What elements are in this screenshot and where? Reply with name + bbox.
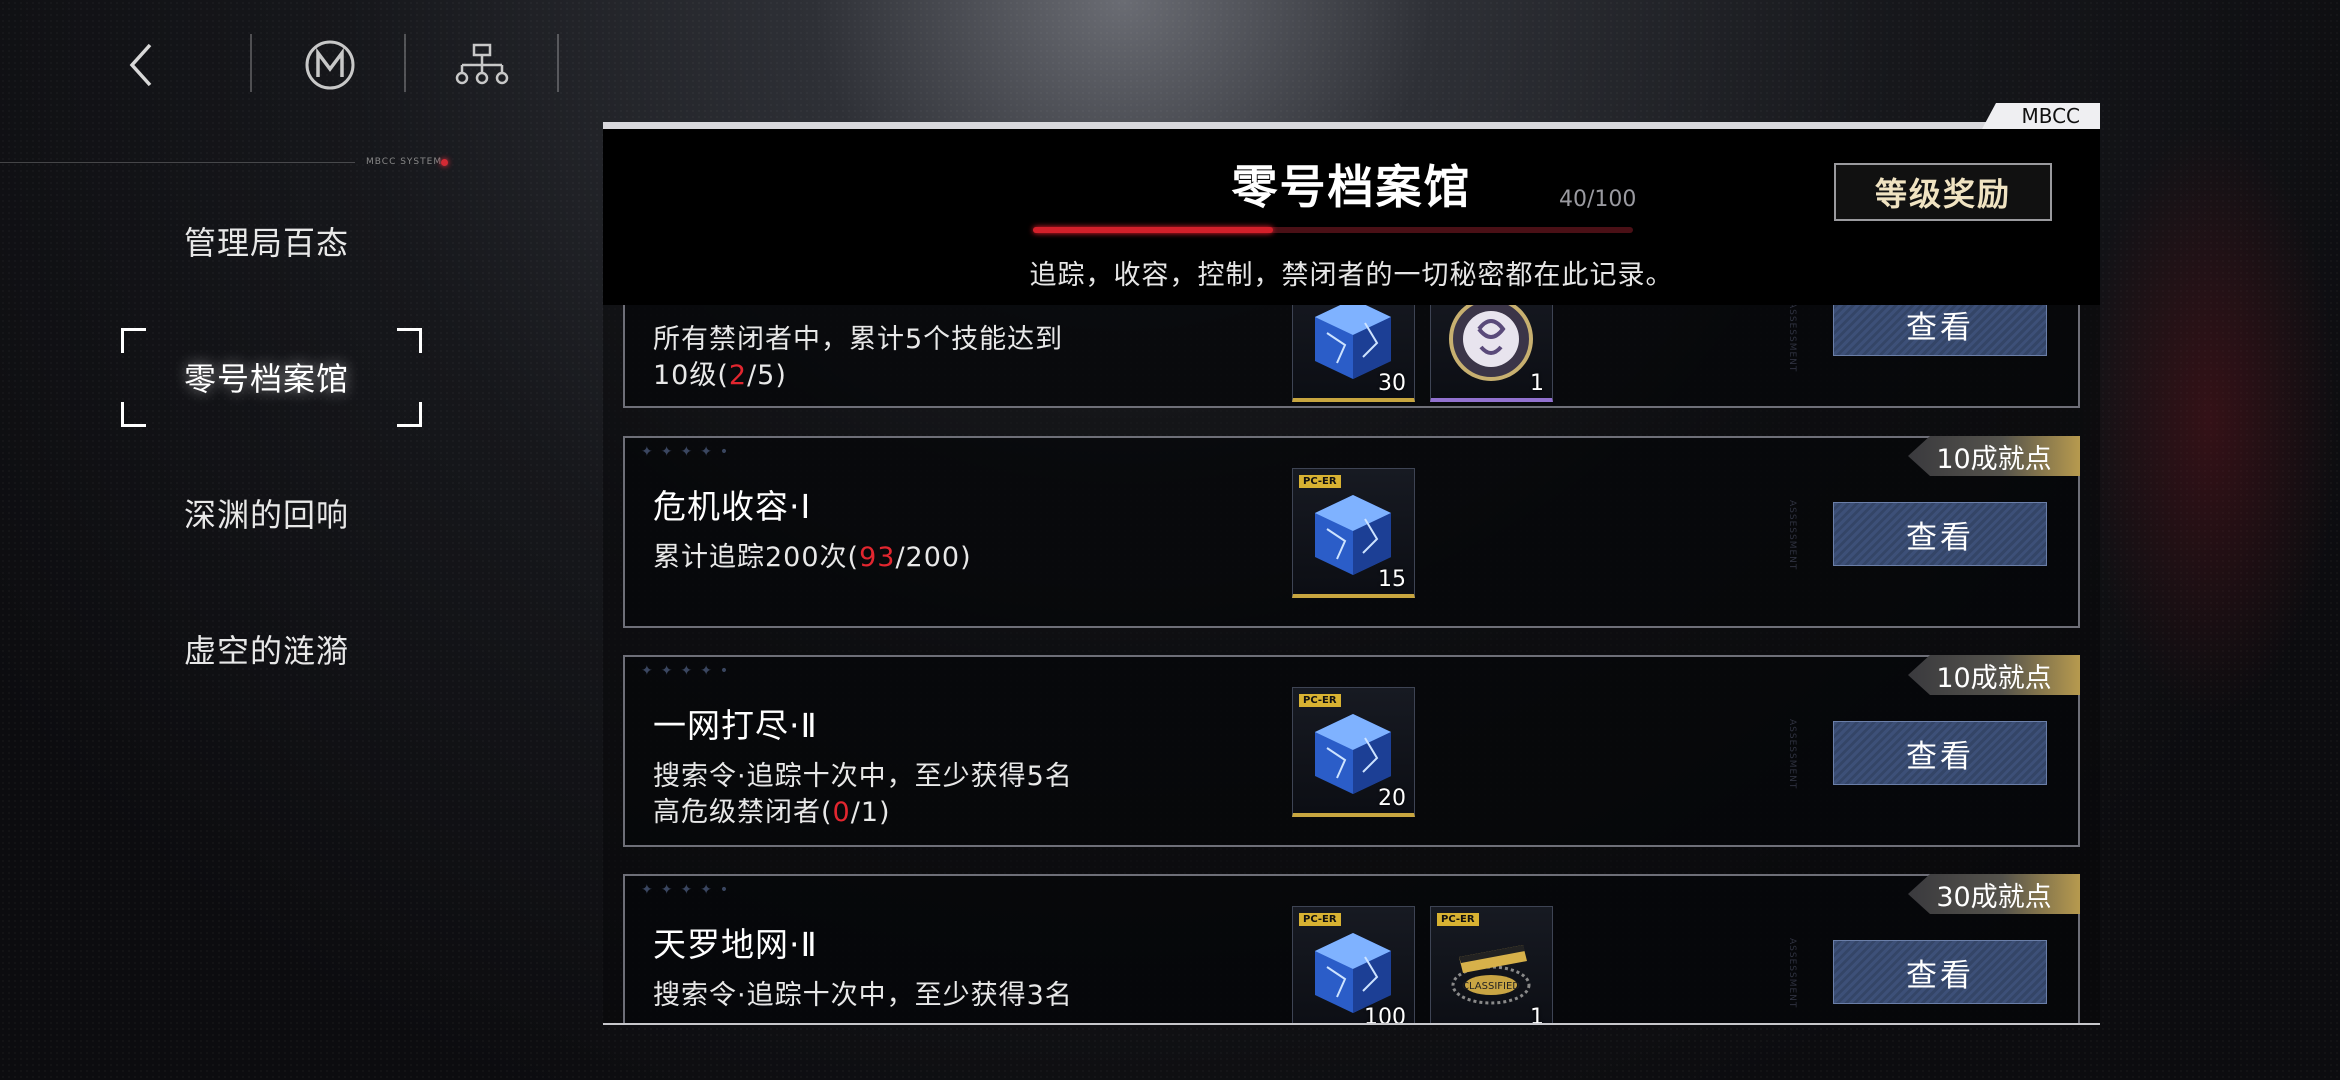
page-subtitle: 追踪，收容，控制，禁闭者的一切秘密都在此记录。	[1029, 260, 1674, 291]
points-badge: 30成就点	[1908, 874, 2080, 914]
item-quantity: 100	[1364, 1005, 1406, 1025]
hierarchy-icon	[455, 43, 509, 85]
reward-item[interactable]: PC-ER 100	[1292, 906, 1415, 1025]
item-tag: PC-ER	[1437, 913, 1479, 926]
selection-bracket	[121, 402, 146, 427]
reward-item[interactable]: PC-ER CLASSIFIED 1	[1430, 906, 1553, 1025]
item-tag: PC-ER	[1299, 913, 1341, 926]
progress-current: 93	[859, 542, 896, 573]
progress-fill	[1033, 227, 1273, 233]
view-button[interactable]: 查看	[1833, 940, 2047, 1004]
panel-bottom-border	[603, 1023, 2100, 1025]
menu-divider	[0, 162, 355, 163]
assessment-label: ASSESSMENT	[1787, 302, 1797, 373]
chevron-left-icon	[129, 43, 152, 87]
desc-line: 高危级禁闭者(	[653, 797, 833, 828]
assessment-label: ASSESSMENT	[1787, 719, 1797, 790]
item-quantity: 1	[1530, 1005, 1544, 1025]
view-button[interactable]: 查看	[1833, 721, 2047, 785]
card-description: 搜索令·追踪十次中，至少获得5名 高危级禁闭者(0/1)	[653, 759, 1073, 831]
classified-badge-icon: CLASSIFIED	[1451, 945, 1531, 1005]
reward-item[interactable]: PC-ER 15	[1292, 468, 1415, 598]
nav-divider	[557, 34, 559, 92]
top-nav	[0, 0, 620, 130]
back-button[interactable]	[96, 30, 186, 100]
card-title: 天罗地网·Ⅱ	[653, 925, 818, 964]
menu-item-abyss-echo[interactable]: 深渊的回响	[184, 490, 349, 536]
card-title: 危机收容·Ⅰ	[653, 487, 812, 526]
selection-bracket	[397, 328, 422, 353]
classified-text: CLASSIFIED	[1462, 981, 1520, 992]
progress-text: 40/100	[1559, 187, 1637, 212]
menu-item-management[interactable]: 管理局百态	[184, 218, 349, 264]
card-stars: ✦✦✦✦•	[641, 882, 737, 898]
progress-bar	[1033, 227, 1633, 233]
hierarchy-button[interactable]	[437, 30, 527, 100]
mbcc-tag: MBCC	[1982, 103, 2100, 129]
menu-item-void-ripple[interactable]: 虚空的涟漪	[184, 626, 349, 672]
desc-line: /200)	[895, 542, 972, 573]
achievement-card: ✦✦✦✦• 10成就点 危机收容·Ⅰ 累计追踪200次(93/200) PC-E…	[623, 436, 2080, 628]
item-quantity: 20	[1378, 786, 1406, 811]
desc-line: 搜索令·追踪十次中，至少获得5名	[653, 761, 1073, 792]
status-dot	[441, 159, 448, 166]
level-reward-button[interactable]: 等级奖励	[1834, 163, 2052, 221]
background-glow	[2080, 120, 2340, 720]
points-badge: 10成就点	[1908, 655, 2080, 695]
selection-bracket	[121, 328, 146, 353]
achievement-card: ✦✦✦✦• 10成就点 一网打尽·Ⅱ 搜索令·追踪十次中，至少获得5名 高危级禁…	[623, 655, 2080, 847]
panel-header: 零号档案馆 40/100 追踪，收容，控制，禁闭者的一切秘密都在此记录。 等级奖…	[603, 122, 2100, 305]
progress-current: 2	[728, 360, 748, 391]
item-quantity: 15	[1378, 567, 1406, 592]
nav-divider	[404, 34, 406, 92]
card-stars: ✦✦✦✦•	[641, 444, 737, 460]
nav-divider	[250, 34, 252, 92]
desc-line: /1)	[850, 797, 891, 828]
card-title: 一网打尽·Ⅱ	[653, 706, 818, 745]
card-description: 搜索令·追踪十次中，至少获得3名	[653, 978, 1073, 1014]
assessment-label: ASSESSMENT	[1787, 938, 1797, 1009]
desc-line: 搜索令·追踪十次中，至少获得3名	[653, 980, 1073, 1011]
home-logo-button[interactable]	[285, 30, 375, 100]
selection-bracket	[397, 402, 422, 427]
card-description: 累计追踪200次(93/200)	[653, 540, 972, 576]
card-description: 所有禁闭者中，累计5个技能达到 10级(2/5)	[653, 322, 1063, 394]
item-quantity: 1	[1530, 371, 1544, 396]
system-label: MBCC SYSTEM	[366, 157, 443, 167]
desc-line: /5)	[747, 360, 787, 391]
desc-line: 所有禁闭者中，累计5个技能达到	[653, 324, 1064, 355]
achievement-card: ✦✦✦✦• 30成就点 天罗地网·Ⅱ 搜索令·追踪十次中，至少获得3名 PC-E…	[623, 874, 2080, 1025]
view-button[interactable]: 查看	[1833, 502, 2047, 566]
menu-item-zero-archive[interactable]: 零号档案馆	[184, 354, 349, 400]
item-tag: PC-ER	[1299, 694, 1341, 707]
progress-current: 0	[832, 797, 851, 828]
assessment-label: ASSESSMENT	[1787, 500, 1797, 571]
m-emblem-icon	[305, 40, 355, 90]
archive-panel: 零号档案馆 40/100 追踪，收容，控制，禁闭者的一切秘密都在此记录。 等级奖…	[603, 122, 2100, 1025]
reward-item[interactable]: PC-ER 20	[1292, 687, 1415, 817]
card-stars: ✦✦✦✦•	[641, 663, 737, 679]
desc-line: 累计追踪200次(	[653, 542, 860, 573]
emblem-badge-icon	[1449, 297, 1533, 381]
points-badge: 10成就点	[1908, 436, 2080, 476]
item-tag: PC-ER	[1299, 475, 1341, 488]
desc-line: 10级(	[653, 360, 729, 391]
item-quantity: 30	[1378, 371, 1406, 396]
